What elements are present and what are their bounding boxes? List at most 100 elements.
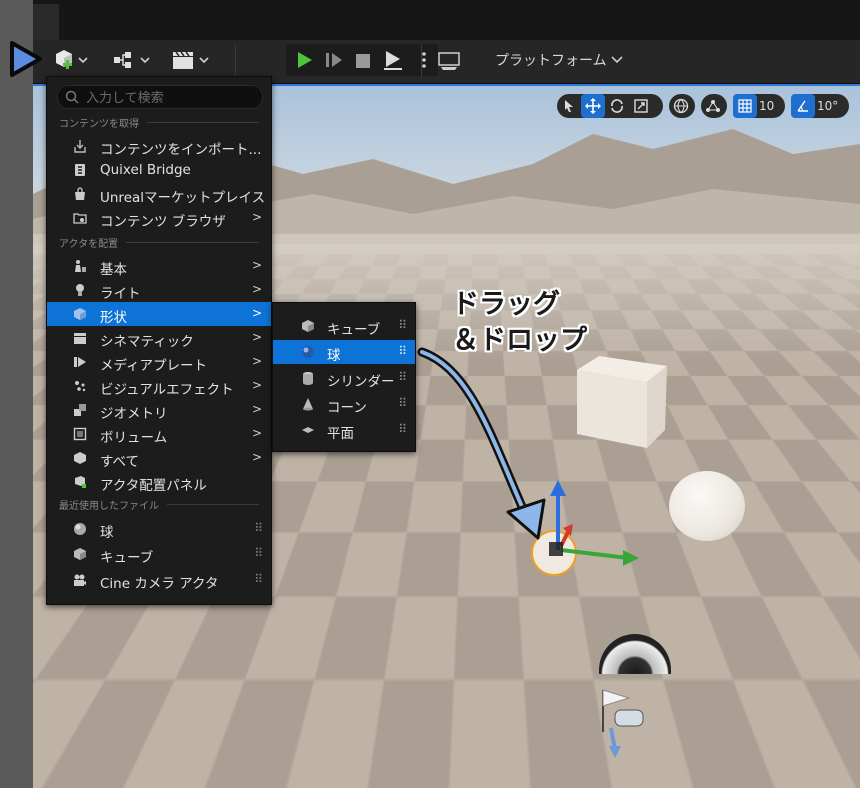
chevron-right-icon: > (251, 258, 262, 272)
select-tool[interactable] (557, 94, 581, 118)
plane-icon (302, 427, 314, 433)
grid-icon (738, 99, 752, 113)
scale-icon (634, 99, 648, 113)
add-actor-menu: コンテンツを取得 コンテンツをインポート... Quixel Bridge Un… (46, 76, 272, 605)
blueprint-button[interactable] (111, 48, 153, 74)
play-controls (286, 44, 438, 76)
cinematics-button[interactable] (170, 48, 212, 74)
drag-handle-icon[interactable]: ⠿ (254, 521, 263, 535)
platform-icon[interactable] (437, 50, 461, 72)
menu-search-input[interactable] (84, 88, 258, 108)
drag-arrow-annotation (417, 347, 546, 540)
move-tool[interactable] (581, 94, 605, 118)
menu-item-media-plate[interactable]: メディアプレート > (47, 350, 271, 374)
all-icon (74, 452, 86, 464)
transform-tools (557, 94, 663, 118)
menu-item-cinematic[interactable]: シネマティック > (47, 326, 271, 350)
player-start-icon[interactable] (595, 688, 655, 760)
move-icon (585, 98, 601, 114)
clapperboard-icon (173, 51, 209, 69)
drag-handle-icon[interactable]: ⠿ (398, 318, 407, 332)
menu-item-place-actors-panel[interactable]: アクタ配置パネル (47, 470, 271, 494)
globe-icon (673, 98, 689, 114)
eject-icon[interactable] (382, 49, 404, 71)
submenu-item-cylinder[interactable]: シリンダー ⠿ (273, 366, 415, 390)
surface-snap-toggle[interactable] (701, 94, 727, 118)
menu-item-basic[interactable]: 基本 > (47, 254, 271, 278)
level-tab[interactable] (33, 4, 59, 40)
chevron-right-icon: > (251, 306, 262, 320)
chevron-right-icon: > (251, 450, 262, 464)
import-icon (74, 140, 86, 153)
stop-icon[interactable] (354, 52, 372, 70)
play-icon[interactable] (294, 50, 314, 70)
menu-item-geometry[interactable]: ジオメトリ > (47, 398, 271, 422)
drag-handle-icon[interactable]: ⠿ (398, 396, 407, 410)
left-panel-strip (0, 0, 33, 788)
geometry-icon (74, 404, 86, 416)
step-icon[interactable] (324, 51, 344, 69)
recent-item-sphere[interactable]: 球 ⠿ (47, 517, 271, 541)
light-icon (76, 284, 84, 296)
menu-item-volume[interactable]: ボリューム > (47, 422, 271, 446)
drag-handle-icon[interactable]: ⠿ (254, 546, 263, 560)
drag-handle-icon[interactable]: ⠿ (254, 572, 263, 586)
submenu-item-cone[interactable]: コーン ⠿ (273, 392, 415, 416)
chevron-right-icon: > (251, 330, 262, 344)
drag-handle-icon[interactable]: ⠿ (398, 422, 407, 436)
menu-item-import-content[interactable]: コンテンツをインポート... (47, 134, 271, 158)
menu-item-all[interactable]: すべて > (47, 446, 271, 470)
recent-item-cube[interactable]: キューブ ⠿ (47, 542, 271, 566)
platforms-button[interactable]: プラットフォーム (495, 50, 623, 70)
drag-handle-icon[interactable]: ⠿ (398, 344, 407, 358)
world-local-toggle[interactable] (669, 94, 695, 118)
recent-item-cine-camera[interactable]: Cine カメラ アクタ ⠿ (47, 568, 271, 592)
blueprint-icon (114, 52, 150, 68)
toolbar-separator (235, 44, 236, 78)
rotate-tool[interactable] (605, 94, 629, 118)
chevron-right-icon: > (251, 282, 262, 296)
bridge-icon (75, 164, 85, 176)
scale-tool[interactable] (629, 94, 653, 118)
menu-item-quixel-bridge[interactable]: Quixel Bridge (47, 158, 271, 182)
camera-icon (74, 574, 86, 586)
cursor-icon (565, 100, 573, 112)
chevron-right-icon: > (251, 210, 262, 224)
content-browser-icon (73, 213, 87, 224)
shape-icon (74, 308, 86, 320)
cylinder-icon (303, 372, 313, 385)
surface-snap-icon (706, 100, 720, 112)
submenu-item-sphere[interactable]: 球 ⠿ (273, 340, 415, 364)
submenu-item-plane[interactable]: 平面 ⠿ (273, 418, 415, 442)
drag-handle-icon[interactable]: ⠿ (398, 370, 407, 384)
menu-item-content-browser[interactable]: コンテンツ ブラウザ > (47, 206, 271, 230)
grid-snap-value: 10 (759, 99, 775, 113)
chevron-right-icon: > (251, 426, 262, 440)
chevron-right-icon: > (251, 402, 262, 416)
menu-item-light[interactable]: ライト > (47, 278, 271, 302)
cube-actor[interactable] (573, 354, 673, 450)
chevron-right-icon: > (251, 354, 262, 368)
title-bar (33, 0, 860, 40)
cube-icon (74, 548, 86, 560)
rotate-snap-control[interactable]: 10° (791, 94, 849, 118)
cube-icon (302, 320, 314, 332)
sphere-icon (302, 346, 314, 358)
cinematic-icon (74, 333, 86, 344)
add-actor-button[interactable] (53, 48, 91, 74)
menu-item-visual-effects[interactable]: ビジュアルエフェクト > (47, 374, 271, 398)
search-icon (65, 90, 79, 104)
submenu-item-cube[interactable]: キューブ ⠿ (273, 314, 415, 338)
sphere-actor[interactable] (669, 471, 745, 541)
place-panel-icon (75, 476, 86, 488)
menu-item-marketplace[interactable]: Unrealマーケットプレイス (47, 182, 271, 206)
volume-icon (73, 427, 87, 441)
vfx-icon (75, 381, 86, 392)
marketplace-icon (75, 187, 85, 200)
menu-item-shape[interactable]: 形状 > (47, 302, 271, 326)
rotate-icon (611, 99, 623, 113)
rotate-snap-value: 10° (817, 99, 839, 113)
shape-submenu: キューブ ⠿ 球 ⠿ シリンダー ⠿ コーン ⠿ 平面 ⠿ (272, 302, 416, 452)
grid-snap-control[interactable]: 10 (733, 94, 785, 118)
chevron-down-icon (611, 56, 623, 64)
